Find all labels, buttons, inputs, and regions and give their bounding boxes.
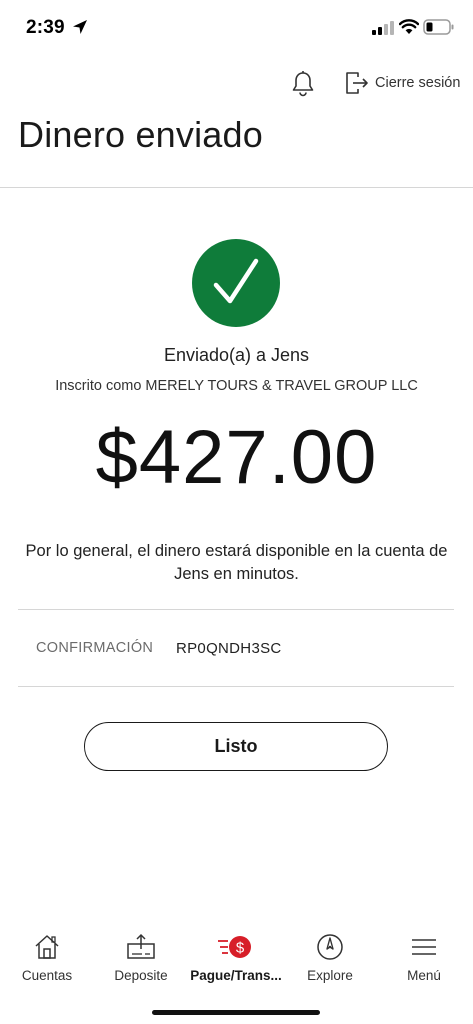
success-check-icon	[192, 239, 280, 327]
tab-label: Cuentas	[21, 968, 73, 983]
divider	[18, 609, 454, 610]
location-arrow-icon	[73, 20, 87, 34]
divider	[18, 686, 454, 687]
logout-label: Cierre sesión	[375, 75, 461, 91]
tab-label: Menú	[407, 968, 441, 983]
amount-sent: $427.00	[95, 415, 378, 500]
home-indicator	[152, 1010, 320, 1015]
title-divider	[0, 187, 473, 188]
confirmation-label: CONFIRMACIÓN	[36, 640, 154, 656]
enrolled-as-text: Inscrito como MERELY TOURS & TRAVEL GROU…	[55, 378, 418, 394]
status-time: 2:39	[26, 17, 65, 38]
menu-icon	[412, 939, 436, 955]
logout-icon	[346, 72, 368, 94]
done-button[interactable]: Listo	[84, 722, 388, 771]
page-title: Dinero enviado	[18, 114, 263, 155]
tab-pay-transfer[interactable]: $ Pague/Trans...	[189, 932, 283, 983]
pay-transfer-icon: $	[218, 936, 251, 958]
tab-explore[interactable]: Explore	[283, 932, 377, 983]
svg-text:$: $	[236, 940, 245, 957]
recipient-text: Enviado(a) a Jens	[163, 345, 310, 365]
tab-menu[interactable]: Menú	[377, 932, 471, 983]
status-bar: 2:39	[0, 0, 473, 56]
confirmation-code: RP0QNDH3SC	[176, 640, 282, 657]
home-icon	[35, 935, 59, 959]
deposit-icon	[127, 933, 155, 959]
battery-icon	[423, 19, 454, 35]
compass-icon	[317, 934, 343, 960]
bottom-tab-bar: Cuentas Deposite $ Pague/Trans... Explor…	[0, 920, 473, 1024]
bell-icon	[292, 71, 314, 97]
tab-label: Pague/Trans...	[190, 968, 282, 983]
logout-button[interactable]: Cierre sesión	[345, 70, 460, 96]
tab-accounts[interactable]: Cuentas	[0, 932, 94, 983]
tab-label: Deposite	[114, 968, 168, 983]
notifications-button[interactable]	[289, 70, 317, 98]
tab-deposit[interactable]: Deposite	[94, 932, 188, 983]
tab-label: Explore	[307, 968, 353, 983]
cellular-signal-icon	[372, 21, 394, 35]
availability-note: Por lo general, el dinero estará disponi…	[25, 542, 448, 583]
wifi-icon	[399, 19, 419, 34]
